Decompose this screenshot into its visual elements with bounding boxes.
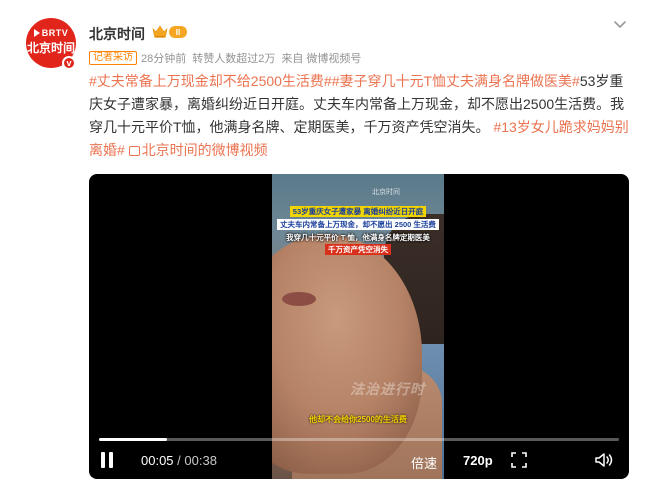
video-caption: 千万资产凭空消失: [272, 244, 444, 255]
reporter-tag: 记者采访: [89, 51, 137, 65]
author-name[interactable]: 北京时间: [89, 24, 145, 44]
avatar-logo-name: 北京时间: [26, 41, 75, 55]
progress-bar[interactable]: [99, 438, 619, 441]
time-display: 00:05 / 00:38: [141, 453, 217, 468]
video-link-icon: [128, 146, 140, 156]
more-icon[interactable]: [612, 16, 628, 32]
video-watermark-program: 法治进行时: [350, 381, 425, 397]
vip-crown-icon[interactable]: [152, 25, 168, 38]
video-link-label: 北京时间的微博视频: [141, 142, 268, 158]
progress-fill: [99, 438, 168, 441]
post-text: #丈夫常备上万现金却不给2500生活费##妻子穿几十元T恤丈夫满身名牌做医美#5…: [89, 70, 633, 162]
avatar-logo-text: BRTV: [41, 28, 69, 38]
video-caption: 53岁重庆女子遭家暴 离婚纠纷近日开庭: [272, 206, 444, 217]
quality-button[interactable]: 720p: [463, 453, 493, 468]
repost-count: 转赞人数超过2万: [192, 53, 276, 65]
video-frame[interactable]: 北京时间 53岁重庆女子遭家暴 离婚纠纷近日开庭 丈夫车内常备上万现金，却不愿出…: [272, 174, 444, 479]
duration: 00:38: [184, 453, 217, 468]
fullscreen-icon[interactable]: [511, 452, 527, 468]
post-time[interactable]: 28分钟前: [141, 50, 186, 66]
avatar-logo-top: BRTV: [33, 28, 69, 38]
pause-icon[interactable]: [98, 451, 116, 469]
video-link[interactable]: 北京时间的微博视频: [128, 142, 268, 158]
caption-text: 丈夫车内常备上万现金，却不愿出 2500 生活费: [277, 219, 439, 230]
caption-text: 我穿几十元平价 T 恤，他满身名牌定期医美: [286, 233, 430, 242]
video-subtitle: 他却不会给你2500的生活费: [309, 415, 407, 424]
topic-link[interactable]: #丈夫常备上万现金却不给2500生活费#: [89, 73, 332, 89]
post-meta: 记者采访 28分钟前 转赞人数超过2万 来自 微博视频号: [89, 51, 361, 65]
video-caption: 丈夫车内常备上万现金，却不愿出 2500 生活费: [272, 219, 444, 230]
video-caption: 我穿几十元平价 T 恤，他满身名牌定期医美: [272, 232, 444, 243]
video-player[interactable]: 北京时间 53岁重庆女子遭家暴 离婚纠纷近日开庭 丈夫车内常备上万现金，却不愿出…: [89, 174, 629, 479]
post-source[interactable]: 来自 微博视频号: [281, 50, 361, 66]
caption-text: 千万资产凭空消失: [325, 244, 391, 255]
caption-text: 53岁重庆女子遭家暴 离婚纠纷近日开庭: [289, 206, 427, 217]
play-logo-icon: [33, 29, 40, 37]
level-badge: II: [169, 26, 187, 38]
verified-icon: v: [62, 56, 76, 70]
video-watermark: 北京时间: [372, 189, 400, 196]
volume-icon[interactable]: [594, 452, 614, 468]
video-scene: [282, 292, 316, 306]
speed-button[interactable]: 倍速: [411, 453, 437, 472]
topic-link[interactable]: #妻子穿几十元T恤丈夫满身名牌做医美#: [332, 73, 580, 89]
weibo-post-card: BRTV 北京时间 v 北京时间 II 记者采访 28分钟前 转赞人数超过2万 …: [0, 0, 658, 487]
current-time: 00:05: [141, 453, 174, 468]
